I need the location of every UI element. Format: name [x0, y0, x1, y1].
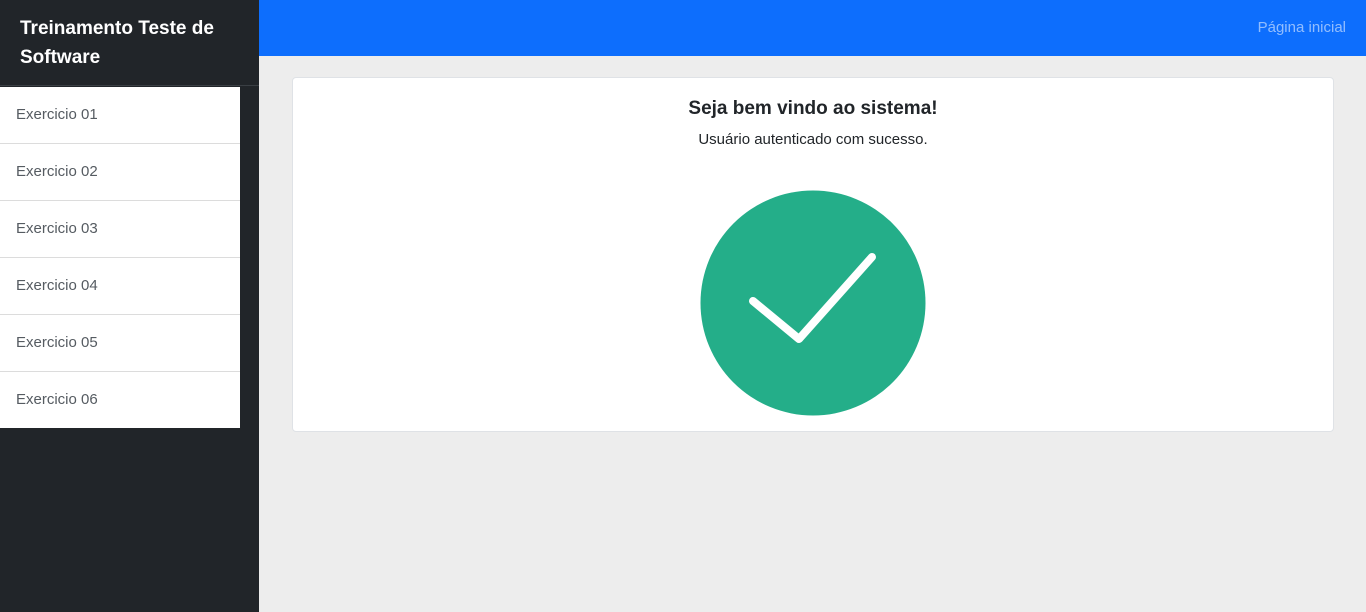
top-navbar: Página inicial [259, 0, 1366, 56]
sidebar: Treinamento Teste de Software Exercicio … [0, 0, 259, 612]
sidebar-item-exercicio-06[interactable]: Exercicio 06 [0, 372, 240, 428]
home-link[interactable]: Página inicial [1258, 19, 1346, 36]
welcome-card: Seja bem vindo ao sistema! Usuário auten… [292, 77, 1334, 432]
check-circle-icon [700, 190, 926, 416]
welcome-title: Seja bem vindo ao sistema! [688, 98, 938, 119]
sidebar-item-exercicio-02[interactable]: Exercicio 02 [0, 144, 240, 201]
sidebar-item-exercicio-05[interactable]: Exercicio 05 [0, 315, 240, 372]
brand-title[interactable]: Treinamento Teste de Software [0, 0, 259, 86]
sidebar-item-exercicio-01[interactable]: Exercicio 01 [0, 87, 240, 144]
sidebar-item-exercicio-03[interactable]: Exercicio 03 [0, 201, 240, 258]
auth-success-message: Usuário autenticado com sucesso. [698, 131, 928, 148]
sidebar-item-exercicio-04[interactable]: Exercicio 04 [0, 258, 240, 315]
sidebar-menu: Exercicio 01 Exercicio 02 Exercicio 03 E… [0, 87, 240, 428]
